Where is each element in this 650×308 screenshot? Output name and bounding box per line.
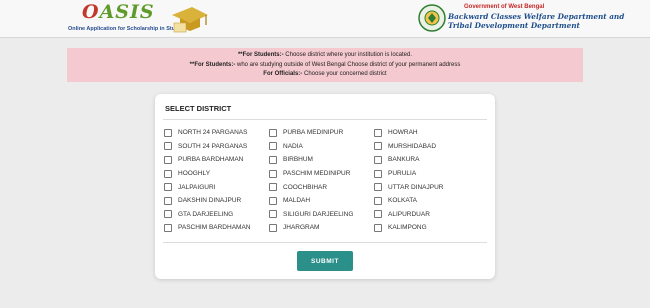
district-option[interactable]: NADIA: [269, 140, 374, 154]
government-label: Government of West Bengal: [464, 4, 545, 10]
checkbox[interactable]: [164, 142, 172, 151]
site-header: OASIS Online Application for Scholarship…: [0, 0, 650, 38]
select-district-card: SELECT DISTRICT NORTH 24 PARGANAS PURBA …: [155, 94, 495, 279]
department-logo: Government of West Bengal Backward Class…: [418, 2, 624, 36]
checkbox[interactable]: [164, 223, 172, 232]
district-option[interactable]: BIRBHUM: [269, 153, 374, 167]
checkbox[interactable]: [374, 142, 382, 151]
district-option[interactable]: MALDAH: [269, 194, 374, 208]
checkbox[interactable]: [374, 169, 382, 178]
checkbox[interactable]: [269, 128, 277, 137]
district-option[interactable]: COOCHBIHAR: [269, 180, 374, 194]
card-title: SELECT DISTRICT: [165, 104, 232, 113]
checkbox[interactable]: [374, 155, 382, 164]
checkbox[interactable]: [269, 169, 277, 178]
graduation-cap-icon: [172, 7, 208, 33]
district-option[interactable]: KOLKATA: [374, 194, 479, 208]
district-option[interactable]: HOWRAH: [374, 126, 479, 140]
checkbox[interactable]: [269, 210, 277, 219]
emblem-icon: [418, 4, 446, 32]
checkbox[interactable]: [164, 169, 172, 178]
district-option[interactable]: UTTAR DINAJPUR: [374, 180, 479, 194]
checkbox[interactable]: [164, 155, 172, 164]
district-option[interactable]: NORTH 24 PARGANAS: [164, 126, 269, 140]
department-name-line-2: Tribal Development Department: [448, 21, 580, 30]
checkbox[interactable]: [164, 128, 172, 137]
logo-wordmark: OASIS: [82, 1, 155, 23]
checkbox[interactable]: [164, 196, 172, 205]
checkbox[interactable]: [164, 183, 172, 192]
notice-line: For Officials:- Choose your concerned di…: [263, 71, 387, 78]
submit-button[interactable]: SUBMIT: [297, 251, 353, 271]
district-option[interactable]: JHARGRAM: [269, 221, 374, 235]
instructions-notice: **For Students:- Choose district where y…: [67, 48, 583, 82]
notice-line: **For Students:- who are studying outsid…: [189, 61, 461, 68]
notice-line: **For Students:- Choose district where y…: [237, 52, 413, 58]
checkbox[interactable]: [374, 210, 382, 219]
checkbox[interactable]: [374, 223, 382, 232]
checkbox[interactable]: [269, 223, 277, 232]
district-checkbox-grid: NORTH 24 PARGANAS PURBA MEDINIPUR HOWRAH…: [164, 126, 488, 235]
district-option[interactable]: DAKSHIN DINAJPUR: [164, 194, 269, 208]
district-option[interactable]: PASCHIM MEDINIPUR: [269, 167, 374, 181]
divider: [163, 119, 487, 120]
checkbox[interactable]: [374, 196, 382, 205]
checkbox[interactable]: [269, 183, 277, 192]
district-option[interactable]: JALPAIGURI: [164, 180, 269, 194]
district-option[interactable]: SOUTH 24 PARGANAS: [164, 140, 269, 154]
district-option[interactable]: PASCHIM BARDHAMAN: [164, 221, 269, 235]
checkbox[interactable]: [374, 183, 382, 192]
checkbox[interactable]: [164, 210, 172, 219]
district-option[interactable]: PURBA BARDHAMAN: [164, 153, 269, 167]
district-option[interactable]: KALIMPONG: [374, 221, 479, 235]
checkbox[interactable]: [269, 155, 277, 164]
department-name-line-1: Backward Classes Welfare Department and: [448, 12, 625, 21]
checkbox[interactable]: [269, 196, 277, 205]
district-option[interactable]: HOOGHLY: [164, 167, 269, 181]
district-option[interactable]: BANKURA: [374, 153, 479, 167]
district-option[interactable]: PURULIA: [374, 167, 479, 181]
district-option[interactable]: GTA DARJEELING: [164, 208, 269, 222]
checkbox[interactable]: [269, 142, 277, 151]
district-option[interactable]: MURSHIDABAD: [374, 140, 479, 154]
district-option[interactable]: PURBA MEDINIPUR: [269, 126, 374, 140]
checkbox[interactable]: [374, 128, 382, 137]
district-option[interactable]: ALIPURDUAR: [374, 208, 479, 222]
divider: [163, 242, 487, 243]
district-option[interactable]: SILIGURI DARJEELING: [269, 208, 374, 222]
logo-tagline: Online Application for Scholarship in St…: [68, 26, 187, 32]
oasis-logo[interactable]: OASIS Online Application for Scholarship…: [66, 1, 226, 36]
